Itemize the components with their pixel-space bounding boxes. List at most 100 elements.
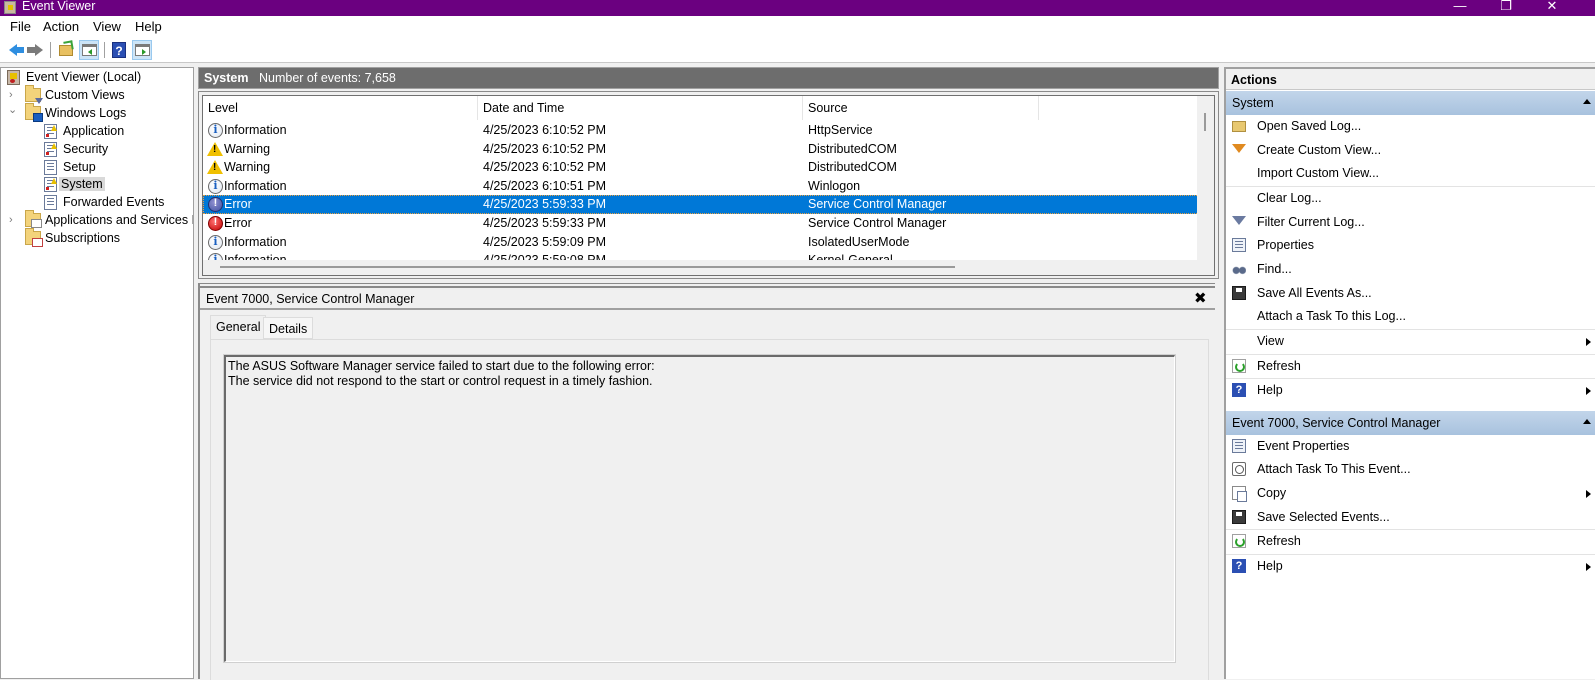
chevron-right-icon[interactable]: › bbox=[9, 214, 19, 226]
menu-help[interactable]: Help bbox=[135, 19, 162, 34]
warning-icon bbox=[207, 160, 223, 175]
action-refresh[interactable]: Refresh bbox=[1226, 353, 1595, 377]
folder-filter-icon bbox=[25, 85, 43, 104]
help-button[interactable]: ? bbox=[109, 40, 129, 60]
action-create-custom-view[interactable]: Create Custom View... bbox=[1226, 139, 1595, 162]
action-label: Clear Log... bbox=[1257, 191, 1322, 206]
action-label: Attach a Task To this Log... bbox=[1257, 309, 1406, 324]
menu-view[interactable]: View bbox=[93, 19, 121, 34]
chevron-right-icon[interactable]: › bbox=[9, 89, 19, 101]
action-attach-task-to-this-event[interactable]: Attach Task To This Event... bbox=[1226, 458, 1595, 481]
action-label: Refresh bbox=[1257, 358, 1301, 373]
general-tab-panel: The ASUS Software Manager service failed… bbox=[210, 339, 1209, 680]
toolbar-separator bbox=[104, 42, 105, 58]
console-tree: Event Viewer (Local) › Custom Views ⌄ Wi… bbox=[0, 67, 194, 679]
back-arrow-icon bbox=[9, 44, 24, 56]
horizontal-scrollbar[interactable] bbox=[203, 260, 1214, 275]
up-one-level-button[interactable] bbox=[56, 40, 76, 60]
action-import-custom-view[interactable]: Import Custom View... bbox=[1226, 162, 1595, 185]
close-window-button[interactable]: ✕ bbox=[1529, 0, 1575, 16]
folder-up-icon bbox=[59, 44, 73, 56]
column-header-level[interactable]: Level bbox=[203, 96, 478, 120]
event-row[interactable]: Error 4/25/2023 5:59:33 PM Service Control… bbox=[203, 195, 1199, 215]
event-cell-level: Error bbox=[224, 197, 252, 212]
action-label: Find... bbox=[1257, 262, 1292, 276]
forward-button[interactable] bbox=[25, 40, 45, 60]
event-cell-datetime: 4/25/2023 5:59:33 PM bbox=[483, 216, 607, 230]
vertical-scrollbar[interactable] bbox=[1197, 96, 1214, 261]
filter-icon bbox=[1232, 215, 1246, 225]
event-cell-level: Information bbox=[224, 123, 287, 137]
column-header-date-time[interactable]: Date and Time bbox=[478, 96, 803, 120]
event-cell-source: Service Control Manager bbox=[808, 197, 947, 212]
event-cell-datetime: 4/25/2023 5:59:09 PM bbox=[483, 234, 607, 249]
action-pane-icon bbox=[134, 44, 150, 56]
action-attach-a-task-to-this-log[interactable]: Attach a Task To this Log... bbox=[1226, 305, 1595, 328]
action-label: Event Properties bbox=[1257, 438, 1350, 453]
action-help[interactable]: ? Help bbox=[1226, 378, 1595, 401]
event-cell-level: Information bbox=[224, 234, 287, 249]
event-cell-source: IsolatedUserMode bbox=[808, 234, 910, 249]
console-tree-icon bbox=[81, 44, 97, 56]
event-viewer-app-icon bbox=[4, 1, 16, 14]
action-filter-current-log[interactable]: Filter Current Log... bbox=[1226, 211, 1595, 234]
error-icon bbox=[208, 197, 223, 213]
minimize-button[interactable]: — bbox=[1437, 0, 1483, 16]
menu-action[interactable]: Action bbox=[43, 19, 79, 34]
action-open-saved-log[interactable]: Open Saved Log... bbox=[1226, 115, 1595, 138]
action-refresh[interactable]: Refresh bbox=[1226, 529, 1595, 552]
event-row[interactable]: Warning 4/25/2023 6:10:52 PM DistributedCO… bbox=[203, 158, 1199, 177]
event-message-box[interactable]: The ASUS Software Manager service failed… bbox=[223, 354, 1176, 663]
events-table: Level Date and Time Source Information 4/… bbox=[202, 95, 1215, 276]
tree-item-label: Subscriptions bbox=[45, 231, 121, 245]
event-row[interactable]: Error 4/25/2023 5:59:33 PM Service Control… bbox=[203, 214, 1199, 233]
event-cell-datetime: 4/25/2023 6:10:52 PM bbox=[483, 141, 607, 156]
maximize-button[interactable]: ❐ bbox=[1483, 0, 1529, 16]
binoculars-icon bbox=[1232, 262, 1246, 276]
event-cell-level: Information bbox=[224, 178, 287, 193]
action-event-properties[interactable]: Event Properties bbox=[1226, 435, 1595, 458]
event-cell-source: HttpService bbox=[808, 123, 873, 137]
actions-section-header[interactable]: System bbox=[1226, 91, 1595, 115]
tree-item-label: Custom Views bbox=[45, 88, 125, 102]
event-cell-level: Warning bbox=[224, 160, 271, 175]
action-clear-log[interactable]: Clear Log... bbox=[1226, 186, 1595, 209]
section-header-label: Event 7000, Service Control Manager bbox=[1232, 415, 1441, 430]
tab-details[interactable]: Details bbox=[263, 317, 314, 339]
warning-icon bbox=[207, 141, 223, 156]
action-save-all-events-as[interactable]: Save All Events As... bbox=[1226, 282, 1595, 305]
event-row[interactable]: Information 4/25/2023 6:10:52 PM HttpServi… bbox=[203, 121, 1199, 140]
information-icon bbox=[208, 178, 223, 194]
tree-item-label: Applications and Services Lo bbox=[45, 213, 194, 227]
collapse-arrow-icon[interactable] bbox=[1583, 418, 1591, 424]
tab-general[interactable]: General bbox=[210, 315, 267, 339]
show-hide-console-tree-button[interactable] bbox=[79, 40, 99, 60]
action-save-selected-events[interactable]: Save Selected Events... bbox=[1226, 506, 1595, 529]
event-row[interactable]: Warning 4/25/2023 6:10:52 PM DistributedCO… bbox=[203, 140, 1199, 159]
refresh-icon bbox=[1232, 358, 1246, 373]
log-warning-icon bbox=[44, 177, 57, 192]
actions-section-header[interactable]: Event 7000, Service Control Manager bbox=[1226, 410, 1595, 435]
show-hide-action-pane-button[interactable] bbox=[132, 40, 152, 60]
event-row[interactable]: Information 4/25/2023 5:59:09 PM IsolatedU… bbox=[203, 233, 1199, 252]
action-find[interactable]: Find... bbox=[1226, 258, 1595, 281]
action-copy[interactable]: Copy bbox=[1226, 482, 1595, 505]
chevron-down-icon[interactable]: ⌄ bbox=[8, 103, 18, 116]
scrollbar-thumb[interactable] bbox=[220, 266, 955, 268]
column-header-source[interactable]: Source bbox=[803, 96, 1039, 120]
toolbar: ? bbox=[0, 38, 1595, 63]
close-detail-button[interactable]: ✖ bbox=[1194, 289, 1207, 307]
save-icon bbox=[1232, 509, 1246, 524]
action-help[interactable]: ? Help bbox=[1226, 553, 1595, 577]
action-properties[interactable]: Properties bbox=[1226, 234, 1595, 257]
event-message-line: The service did not respond to the start… bbox=[228, 374, 653, 388]
back-button[interactable] bbox=[3, 40, 24, 60]
menu-file[interactable]: File bbox=[10, 19, 31, 34]
actions-pane: Actions System Open Saved Log... Create Cu… bbox=[1224, 67, 1595, 679]
action-label: Help bbox=[1257, 558, 1283, 573]
collapse-arrow-icon[interactable] bbox=[1583, 99, 1591, 104]
action-view[interactable]: View bbox=[1226, 329, 1595, 352]
scrollbar-thumb[interactable] bbox=[1204, 113, 1206, 131]
event-row[interactable]: Information 4/25/2023 6:10:51 PM Winlogon bbox=[203, 177, 1199, 196]
menu-bar: File Action View Help bbox=[0, 16, 1595, 38]
